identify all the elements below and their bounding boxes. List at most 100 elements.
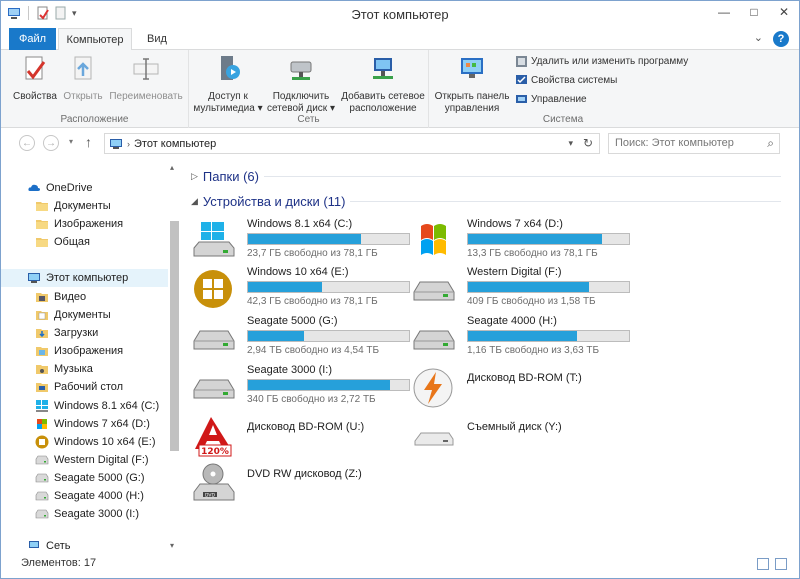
nav-item-drive-g[interactable]: Seagate 5000 (G:) xyxy=(35,469,145,487)
breadcrumb[interactable]: Этот компьютер xyxy=(134,138,216,150)
control-panel-button[interactable]: Открыть панель управления xyxy=(431,54,513,115)
manage-icon xyxy=(516,95,527,103)
ribbon-group-location: Свойства Открыть Переименовать Расположе… xyxy=(1,50,189,128)
nav-item-documents[interactable]: Документы xyxy=(35,306,111,324)
drive-item[interactable]: Seagate 4000 (H:) 1,16 ТБ свободно из 3,… xyxy=(409,315,630,359)
drive-usage-bar xyxy=(247,379,410,391)
hard-drive-icon xyxy=(193,330,235,350)
nav-item-drive-e[interactable]: Windows 10 x64 (E:) xyxy=(35,433,155,451)
nav-item-drive-h[interactable]: Seagate 4000 (H:) xyxy=(35,487,144,505)
music-folder-icon xyxy=(36,365,48,374)
drive-item[interactable]: Windows 10 x64 (E:) 42,3 ГБ свободно из … xyxy=(189,266,410,310)
navigation-bar: ← → ▾ ↑ › Этот компьютер ▾ ↻ Поиск: Этот… xyxy=(1,129,799,157)
open-label: Открыть xyxy=(63,91,103,102)
drive-item[interactable]: Western Digital (F:) 409 ГБ свободно из … xyxy=(409,266,630,310)
address-bar[interactable]: › Этот компьютер ▾ ↻ xyxy=(104,133,600,154)
nav-item-images[interactable]: Изображения xyxy=(35,342,123,360)
close-button[interactable]: ✕ xyxy=(769,1,799,23)
rename-label: Переименовать xyxy=(109,91,183,102)
add-network-location-button[interactable]: Добавить сетевое расположение xyxy=(339,54,427,115)
tiles-view-button[interactable] xyxy=(775,558,787,570)
breadcrumb-separator-icon[interactable]: › xyxy=(127,139,130,149)
properties-button[interactable]: Свойства xyxy=(13,54,57,103)
nav-item-music[interactable]: Музыка xyxy=(35,360,93,378)
tab-computer[interactable]: Компьютер xyxy=(58,28,132,51)
nav-item-drive-c[interactable]: Windows 8.1 x64 (C:) xyxy=(35,397,159,415)
drive-item[interactable]: Дисковод BD-ROM (T:) xyxy=(409,364,629,408)
nav-item-drive-i[interactable]: Seagate 3000 (I:) xyxy=(35,505,139,523)
map-label-2: сетевой диск xyxy=(267,103,328,114)
search-input[interactable]: Поиск: Этот компьютер ⌕ xyxy=(608,133,780,154)
media-label-2: мультимедиа xyxy=(193,103,255,114)
nav-item-this-pc[interactable]: Этот компьютер xyxy=(1,269,168,287)
drive-item[interactable]: Съемный диск (Y:) xyxy=(409,413,629,457)
up-button[interactable]: ↑ xyxy=(85,134,92,150)
nav-item-desktop[interactable]: Рабочий стол xyxy=(35,378,123,396)
folders-group-header[interactable]: ▷ Папки (6) xyxy=(191,169,781,184)
nav-item-downloads[interactable]: Загрузки xyxy=(35,324,98,342)
drive-item[interactable]: Seagate 3000 (I:) 340 ГБ свободно из 2,7… xyxy=(189,364,410,408)
nav-label: Документы xyxy=(54,309,111,321)
drive-item[interactable]: Windows 8.1 x64 (C:) 23,7 ГБ свободно из… xyxy=(189,218,410,262)
separator-line xyxy=(350,201,781,202)
nav-scrollbar[interactable]: ▴ ▾ xyxy=(168,161,181,553)
scroll-down-icon[interactable]: ▾ xyxy=(170,541,174,550)
collapse-ribbon-icon[interactable]: ⌄ xyxy=(754,31,763,47)
map-label-1: Подключить xyxy=(272,91,330,102)
drive-name: Дисковод BD-ROM (T:) xyxy=(467,372,582,384)
folders-header-label: Папки (6) xyxy=(202,169,259,184)
map-drive-button[interactable]: Подключить сетевой диск ▾ xyxy=(265,54,337,115)
open-button[interactable]: Открыть xyxy=(61,54,105,103)
drive-item[interactable]: DVD DVD RW дисковод (Z:) xyxy=(189,460,409,504)
nav-item-drive-d[interactable]: Windows 7 x64 (D:) xyxy=(35,415,150,433)
nav-label: Seagate 4000 (H:) xyxy=(54,490,144,502)
tab-view[interactable]: Вид xyxy=(135,28,179,50)
forward-button[interactable]: → xyxy=(43,135,59,151)
media-access-button[interactable]: Доступ к мультимедиа ▾ xyxy=(193,54,263,115)
network-location-icon xyxy=(373,58,393,79)
removable-drive-icon xyxy=(414,432,454,446)
separator-line xyxy=(263,176,781,177)
manage-button[interactable]: Управление xyxy=(515,93,587,106)
drive-name: Дисковод BD-ROM (U:) xyxy=(247,421,365,433)
sysprops-label: Свойства системы xyxy=(531,75,618,86)
minimize-button[interactable]: — xyxy=(709,1,739,23)
nav-item-drive-f[interactable]: Western Digital (F:) xyxy=(35,451,149,469)
usage-fill xyxy=(468,234,602,244)
back-button[interactable]: ← xyxy=(19,135,35,151)
drive-item[interactable]: Seagate 5000 (G:) 2,94 ТБ свободно из 4,… xyxy=(189,315,410,359)
maximize-button[interactable]: □ xyxy=(739,1,769,23)
control-panel-icon xyxy=(461,58,483,78)
address-dropdown-icon[interactable]: ▾ xyxy=(568,138,573,149)
properties-icon xyxy=(25,56,46,80)
manage-label: Управление xyxy=(531,94,587,105)
uninstall-program-button[interactable]: Удалить или изменить программу xyxy=(515,55,688,68)
drive-item[interactable]: Windows 7 x64 (D:) 13,3 ГБ свободно из 7… xyxy=(409,218,630,262)
search-icon[interactable]: ⌕ xyxy=(767,136,774,151)
nav-label: Windows 8.1 x64 (C:) xyxy=(54,400,160,412)
nav-label: Сеть xyxy=(46,540,71,552)
chevron-down-icon: ▾ xyxy=(327,103,335,114)
scroll-thumb[interactable] xyxy=(170,221,179,451)
devices-group-header[interactable]: ◢ Устройства и диски (11) xyxy=(191,194,781,209)
nav-item-onedrive[interactable]: OneDrive xyxy=(27,179,92,197)
scroll-up-icon[interactable]: ▴ xyxy=(170,163,174,172)
nav-item-od-shared[interactable]: Общая xyxy=(35,233,90,251)
usage-fill xyxy=(248,331,305,341)
drive-item[interactable]: 120% Дисковод BD-ROM (U:) xyxy=(189,413,409,457)
nav-item-video[interactable]: Видео xyxy=(35,288,86,306)
help-icon[interactable]: ? xyxy=(773,31,789,47)
refresh-icon[interactable]: ↻ xyxy=(583,136,593,150)
usage-fill xyxy=(248,282,323,292)
details-view-button[interactable] xyxy=(757,558,769,570)
system-properties-button[interactable]: Свойства системы xyxy=(515,74,617,87)
nav-item-od-images[interactable]: Изображения xyxy=(35,215,123,233)
tab-file[interactable]: Файл xyxy=(9,28,56,50)
hard-drive-icon xyxy=(35,473,49,483)
recent-locations-icon[interactable]: ▾ xyxy=(69,137,73,146)
nav-item-od-documents[interactable]: Документы xyxy=(35,197,111,215)
media-label-1: Доступ к xyxy=(208,91,248,102)
rename-button[interactable]: Переименовать xyxy=(107,54,185,103)
nav-item-network[interactable]: Сеть xyxy=(27,539,70,553)
add-label-2: расположение xyxy=(349,103,417,114)
